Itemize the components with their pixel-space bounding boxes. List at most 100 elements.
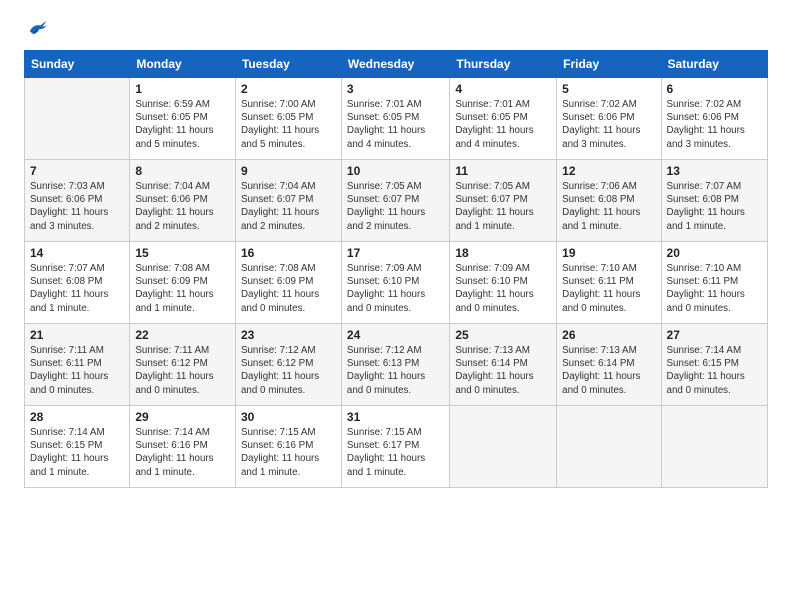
page: SundayMondayTuesdayWednesdayThursdayFrid… (0, 0, 792, 500)
weekday-header-cell: Friday (557, 51, 661, 78)
day-info: Sunrise: 7:10 AM Sunset: 6:11 PM Dayligh… (667, 262, 762, 315)
day-info: Sunrise: 7:02 AM Sunset: 6:06 PM Dayligh… (562, 98, 655, 151)
weekday-header-cell: Saturday (661, 51, 767, 78)
day-info: Sunrise: 7:01 AM Sunset: 6:05 PM Dayligh… (347, 98, 444, 151)
calendar-cell: 22 Sunrise: 7:11 AM Sunset: 6:12 PM Dayli… (130, 324, 236, 406)
day-number: 1 (135, 82, 230, 96)
day-info: Sunrise: 7:14 AM Sunset: 6:15 PM Dayligh… (30, 426, 124, 479)
day-number: 13 (667, 164, 762, 178)
day-number: 9 (241, 164, 336, 178)
day-number: 6 (667, 82, 762, 96)
day-info: Sunrise: 7:15 AM Sunset: 6:16 PM Dayligh… (241, 426, 336, 479)
calendar-week-row: 14 Sunrise: 7:07 AM Sunset: 6:08 PM Dayli… (25, 242, 768, 324)
calendar-cell: 18Sunrise: 7:09 AM Sunset: 6:10 PM Dayli… (450, 242, 557, 324)
day-info: Sunrise: 7:15 AM Sunset: 6:17 PM Dayligh… (347, 426, 444, 479)
calendar-cell: 15 Sunrise: 7:08 AM Sunset: 6:09 PM Dayli… (130, 242, 236, 324)
day-info: Sunrise: 7:05 AM Sunset: 6:07 PM Dayligh… (347, 180, 444, 233)
day-number: 29 (135, 410, 230, 424)
calendar-cell: 17 Sunrise: 7:09 AM Sunset: 6:10 PM Dayli… (341, 242, 449, 324)
weekday-header-cell: Tuesday (235, 51, 341, 78)
calendar-cell: 4Sunrise: 7:01 AM Sunset: 6:05 PM Daylig… (450, 78, 557, 160)
day-info: Sunrise: 7:07 AM Sunset: 6:08 PM Dayligh… (30, 262, 124, 315)
calendar-cell: 31 Sunrise: 7:15 AM Sunset: 6:17 PM Dayli… (341, 406, 449, 488)
header (24, 18, 768, 40)
calendar-week-row: 7 Sunrise: 7:03 AM Sunset: 6:06 PM Daylig… (25, 160, 768, 242)
day-number: 16 (241, 246, 336, 260)
calendar-cell: 21 Sunrise: 7:11 AM Sunset: 6:11 PM Dayli… (25, 324, 130, 406)
day-info: Sunrise: 7:10 AM Sunset: 6:11 PM Dayligh… (562, 262, 655, 315)
weekday-header-cell: Monday (130, 51, 236, 78)
calendar-cell (25, 78, 130, 160)
day-info: Sunrise: 7:07 AM Sunset: 6:08 PM Dayligh… (667, 180, 762, 233)
day-number: 14 (30, 246, 124, 260)
calendar-cell: 27 Sunrise: 7:14 AM Sunset: 6:15 PM Dayli… (661, 324, 767, 406)
calendar-cell (557, 406, 661, 488)
day-number: 10 (347, 164, 444, 178)
day-info: Sunrise: 7:13 AM Sunset: 6:14 PM Dayligh… (455, 344, 551, 397)
day-number: 3 (347, 82, 444, 96)
day-number: 2 (241, 82, 336, 96)
day-info: Sunrise: 7:03 AM Sunset: 6:06 PM Dayligh… (30, 180, 124, 233)
weekday-header-cell: Wednesday (341, 51, 449, 78)
day-info: Sunrise: 7:06 AM Sunset: 6:08 PM Dayligh… (562, 180, 655, 233)
weekday-header-cell: Thursday (450, 51, 557, 78)
day-number: 30 (241, 410, 336, 424)
calendar-cell (661, 406, 767, 488)
day-number: 5 (562, 82, 655, 96)
day-number: 15 (135, 246, 230, 260)
day-number: 12 (562, 164, 655, 178)
calendar-cell: 12 Sunrise: 7:06 AM Sunset: 6:08 PM Dayli… (557, 160, 661, 242)
calendar-cell: 5 Sunrise: 7:02 AM Sunset: 6:06 PM Daylig… (557, 78, 661, 160)
day-info: Sunrise: 7:12 AM Sunset: 6:13 PM Dayligh… (347, 344, 444, 397)
calendar-cell: 25 Sunrise: 7:13 AM Sunset: 6:14 PM Dayli… (450, 324, 557, 406)
day-info: Sunrise: 7:11 AM Sunset: 6:11 PM Dayligh… (30, 344, 124, 397)
day-info: Sunrise: 6:59 AM Sunset: 6:05 PM Dayligh… (135, 98, 230, 151)
day-number: 4 (455, 82, 551, 96)
day-number: 25 (455, 328, 551, 342)
day-info: Sunrise: 7:08 AM Sunset: 6:09 PM Dayligh… (135, 262, 230, 315)
day-info: Sunrise: 7:05 AM Sunset: 6:07 PM Dayligh… (455, 180, 551, 233)
day-info: Sunrise: 7:13 AM Sunset: 6:14 PM Dayligh… (562, 344, 655, 397)
calendar-cell: 11 Sunrise: 7:05 AM Sunset: 6:07 PM Dayli… (450, 160, 557, 242)
day-info: Sunrise: 7:04 AM Sunset: 6:06 PM Dayligh… (135, 180, 230, 233)
calendar-cell: 28Sunrise: 7:14 AM Sunset: 6:15 PM Dayli… (25, 406, 130, 488)
calendar-cell: 10 Sunrise: 7:05 AM Sunset: 6:07 PM Dayli… (341, 160, 449, 242)
day-number: 21 (30, 328, 124, 342)
calendar-week-row: 1 Sunrise: 6:59 AM Sunset: 6:05 PM Daylig… (25, 78, 768, 160)
day-info: Sunrise: 7:04 AM Sunset: 6:07 PM Dayligh… (241, 180, 336, 233)
day-number: 19 (562, 246, 655, 260)
calendar-cell: 19 Sunrise: 7:10 AM Sunset: 6:11 PM Dayli… (557, 242, 661, 324)
weekday-header-row: SundayMondayTuesdayWednesdayThursdayFrid… (25, 51, 768, 78)
calendar-week-row: 21 Sunrise: 7:11 AM Sunset: 6:11 PM Dayli… (25, 324, 768, 406)
calendar-cell: 29 Sunrise: 7:14 AM Sunset: 6:16 PM Dayli… (130, 406, 236, 488)
calendar-cell: 9 Sunrise: 7:04 AM Sunset: 6:07 PM Daylig… (235, 160, 341, 242)
day-number: 20 (667, 246, 762, 260)
day-info: Sunrise: 7:14 AM Sunset: 6:15 PM Dayligh… (667, 344, 762, 397)
calendar-cell: 30 Sunrise: 7:15 AM Sunset: 6:16 PM Dayli… (235, 406, 341, 488)
day-number: 26 (562, 328, 655, 342)
day-number: 31 (347, 410, 444, 424)
day-info: Sunrise: 7:14 AM Sunset: 6:16 PM Dayligh… (135, 426, 230, 479)
calendar-cell (450, 406, 557, 488)
calendar-week-row: 28Sunrise: 7:14 AM Sunset: 6:15 PM Dayli… (25, 406, 768, 488)
calendar-cell: 3 Sunrise: 7:01 AM Sunset: 6:05 PM Daylig… (341, 78, 449, 160)
calendar-cell: 16 Sunrise: 7:08 AM Sunset: 6:09 PM Dayli… (235, 242, 341, 324)
day-number: 7 (30, 164, 124, 178)
day-info: Sunrise: 7:08 AM Sunset: 6:09 PM Dayligh… (241, 262, 336, 315)
calendar-cell: 20 Sunrise: 7:10 AM Sunset: 6:11 PM Dayli… (661, 242, 767, 324)
weekday-header-cell: Sunday (25, 51, 130, 78)
day-info: Sunrise: 7:09 AM Sunset: 6:10 PM Dayligh… (347, 262, 444, 315)
day-info: Sunrise: 7:12 AM Sunset: 6:12 PM Dayligh… (241, 344, 336, 397)
day-info: Sunrise: 7:11 AM Sunset: 6:12 PM Dayligh… (135, 344, 230, 397)
calendar-cell: 24Sunrise: 7:12 AM Sunset: 6:13 PM Dayli… (341, 324, 449, 406)
logo (24, 18, 50, 40)
calendar-cell: 7 Sunrise: 7:03 AM Sunset: 6:06 PM Daylig… (25, 160, 130, 242)
day-number: 27 (667, 328, 762, 342)
calendar-cell: 8Sunrise: 7:04 AM Sunset: 6:06 PM Daylig… (130, 160, 236, 242)
day-number: 17 (347, 246, 444, 260)
day-number: 11 (455, 164, 551, 178)
day-number: 23 (241, 328, 336, 342)
day-info: Sunrise: 7:02 AM Sunset: 6:06 PM Dayligh… (667, 98, 762, 151)
day-number: 18 (455, 246, 551, 260)
day-number: 22 (135, 328, 230, 342)
